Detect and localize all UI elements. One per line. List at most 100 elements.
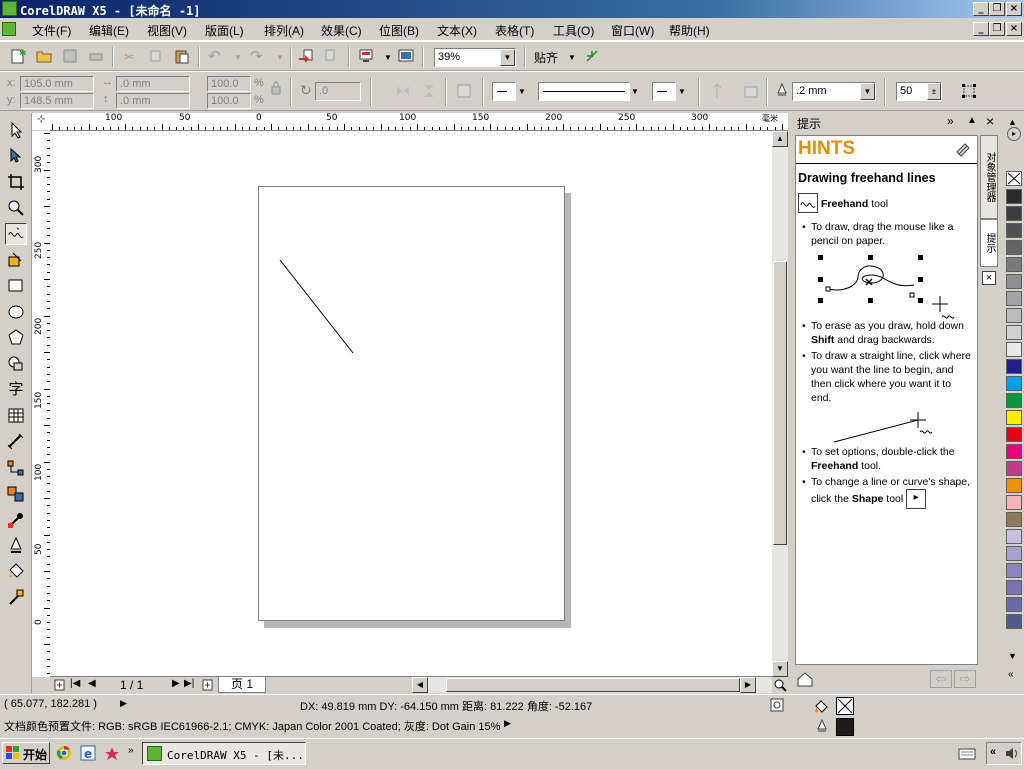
docker-collapse-icon[interactable]: ▲ xyxy=(967,115,977,126)
eyedropper-tool-icon[interactable] xyxy=(5,509,27,531)
scale-height-field[interactable]: 100.0 xyxy=(207,93,251,109)
interactive-fill-tool-icon[interactable] xyxy=(5,587,27,609)
color-swatch[interactable] xyxy=(1006,393,1022,408)
color-swatch[interactable] xyxy=(1006,444,1022,459)
color-swatch[interactable] xyxy=(1006,206,1022,221)
color-swatch[interactable] xyxy=(1006,512,1022,527)
color-swatch[interactable] xyxy=(1006,410,1022,425)
palette-options-icon[interactable]: ▸ xyxy=(1007,127,1021,141)
menu-file[interactable]: 文件(F) xyxy=(32,22,71,39)
paste-icon[interactable] xyxy=(174,48,190,64)
zoom-level-combo[interactable]: 39% ▼ xyxy=(434,48,516,67)
launcher-dropdown-icon[interactable]: ▼ xyxy=(384,53,392,62)
chrome-launch-icon[interactable] xyxy=(56,745,72,761)
basic-shapes-tool-icon[interactable] xyxy=(5,353,27,375)
polygon-tool-icon[interactable] xyxy=(5,327,27,349)
ruler-origin-corner[interactable]: ⊹ xyxy=(32,113,50,130)
taskbar-coreldraw-button[interactable]: CorelDRAW X5 - [未... xyxy=(142,742,306,765)
last-page-icon[interactable]: ▶| xyxy=(184,678,194,689)
doc-close-button[interactable]: × xyxy=(1006,22,1022,36)
menu-view[interactable]: 视图(V) xyxy=(147,22,187,39)
document-icon[interactable] xyxy=(2,22,16,36)
end-arrowhead-dropdown-icon[interactable]: ▼ xyxy=(678,87,686,96)
color-swatch[interactable] xyxy=(1006,342,1022,357)
snap-to-button[interactable]: 贴齐 xyxy=(534,49,558,66)
open-icon[interactable] xyxy=(36,48,52,64)
color-swatch[interactable] xyxy=(1006,546,1022,561)
pick-tool-icon[interactable] xyxy=(5,119,27,141)
quick-launch-expand-icon[interactable]: » xyxy=(128,745,134,756)
minimize-button[interactable]: _ xyxy=(973,2,989,16)
tab-hints[interactable]: 提示 xyxy=(980,219,998,267)
end-arrowhead-selector[interactable] xyxy=(652,82,676,101)
freehand-tool-icon[interactable] xyxy=(5,223,27,245)
color-swatch[interactable] xyxy=(1006,580,1022,595)
menu-bitmaps[interactable]: 位图(B) xyxy=(379,22,419,39)
ie-launch-icon[interactable]: e xyxy=(80,745,96,761)
color-swatch[interactable] xyxy=(1006,478,1022,493)
smart-fill-tool-icon[interactable] xyxy=(5,249,27,271)
menu-table[interactable]: 表格(T) xyxy=(495,22,534,39)
scroll-down-icon[interactable]: ▼ xyxy=(772,661,788,677)
color-swatch[interactable] xyxy=(1006,189,1022,204)
close-button[interactable]: × xyxy=(1006,2,1022,16)
application-launcher-icon[interactable] xyxy=(358,48,374,64)
y-position-field[interactable]: 148.5 mm xyxy=(20,93,94,109)
start-button[interactable]: 开始 xyxy=(2,742,50,764)
menu-arrange[interactable]: 排列(A) xyxy=(264,22,304,39)
docker-expand-icon[interactable]: » xyxy=(947,114,954,128)
color-swatch[interactable] xyxy=(1006,325,1022,340)
menu-help[interactable]: 帮助(H) xyxy=(669,22,710,39)
coords-arrow-icon[interactable]: ▶ xyxy=(120,698,127,709)
previous-page-icon[interactable]: ◀ xyxy=(88,678,96,689)
color-swatch[interactable] xyxy=(1006,597,1022,612)
no-color-swatch[interactable] xyxy=(1006,171,1022,186)
welcome-screen-icon[interactable] xyxy=(398,48,414,64)
color-swatch[interactable] xyxy=(1006,529,1022,544)
coreldraw-app-icon[interactable] xyxy=(2,1,17,16)
navigator-zoom-icon[interactable] xyxy=(772,677,788,693)
dynamic-guides-icon[interactable] xyxy=(584,48,600,64)
palette-scroll-down-icon[interactable]: ▼ xyxy=(1008,651,1017,661)
snap-status-icon[interactable] xyxy=(770,698,784,712)
docker-close-icon[interactable]: × xyxy=(986,113,994,129)
color-swatch[interactable] xyxy=(1006,427,1022,442)
docker-tab-close-icon[interactable]: × xyxy=(982,271,996,285)
menu-text[interactable]: 文本(X) xyxy=(437,22,477,39)
hints-back-icon[interactable]: ⇦ xyxy=(930,670,952,688)
line-style-dropdown-icon[interactable]: ▼ xyxy=(631,87,639,96)
smoothing-slider-icon[interactable]: ± xyxy=(927,83,941,100)
next-page-icon[interactable]: ▶ xyxy=(172,678,180,689)
hints-book-icon[interactable] xyxy=(954,140,972,158)
menu-window[interactable]: 窗口(W) xyxy=(611,22,654,39)
menu-effects[interactable]: 效果(C) xyxy=(321,22,362,39)
color-swatch[interactable] xyxy=(1006,223,1022,238)
blend-tool-icon[interactable] xyxy=(5,483,27,505)
outline-color-swatch[interactable] xyxy=(836,718,854,736)
parallel-dimension-tool-icon[interactable] xyxy=(5,431,27,453)
palette-scroll-up-icon[interactable]: ▲ xyxy=(1008,117,1017,127)
x-position-field[interactable]: 105.0 mm xyxy=(20,76,94,92)
menu-layout[interactable]: 版面(L) xyxy=(205,22,244,39)
outline-width-dropdown-icon[interactable]: ▼ xyxy=(860,83,875,100)
menu-tools[interactable]: 工具(O) xyxy=(553,22,594,39)
palette-expand-icon[interactable]: « xyxy=(1008,669,1014,680)
color-swatch[interactable] xyxy=(1006,461,1022,476)
rotation-angle-field[interactable]: .0 xyxy=(315,82,361,101)
freehand-smoothing-field[interactable]: 50 ± xyxy=(896,82,942,101)
maximize-button[interactable]: ❐ xyxy=(989,2,1005,16)
color-swatch[interactable] xyxy=(1006,495,1022,510)
freehand-line[interactable] xyxy=(50,131,772,677)
scroll-up-icon[interactable]: ▲ xyxy=(772,131,788,147)
drawing-canvas[interactable] xyxy=(50,131,772,677)
color-profile-info[interactable]: 文档颜色预置文件: RGB: sRGB IEC61966-2.1; CMYK: … xyxy=(4,718,500,734)
color-swatch[interactable] xyxy=(1006,563,1022,578)
zoom-dropdown-icon[interactable]: ▼ xyxy=(500,49,515,66)
doc-minimize-button[interactable]: _ xyxy=(973,22,989,36)
text-tool-icon[interactable]: 字 xyxy=(5,379,27,401)
outline-width-combo[interactable]: .2 mm ▼ xyxy=(792,82,876,101)
rectangle-tool-icon[interactable] xyxy=(5,275,27,297)
insert-page-before-icon[interactable] xyxy=(54,679,66,691)
scroll-right-icon[interactable]: ▶ xyxy=(740,677,756,693)
ellipse-tool-icon[interactable] xyxy=(5,301,27,323)
